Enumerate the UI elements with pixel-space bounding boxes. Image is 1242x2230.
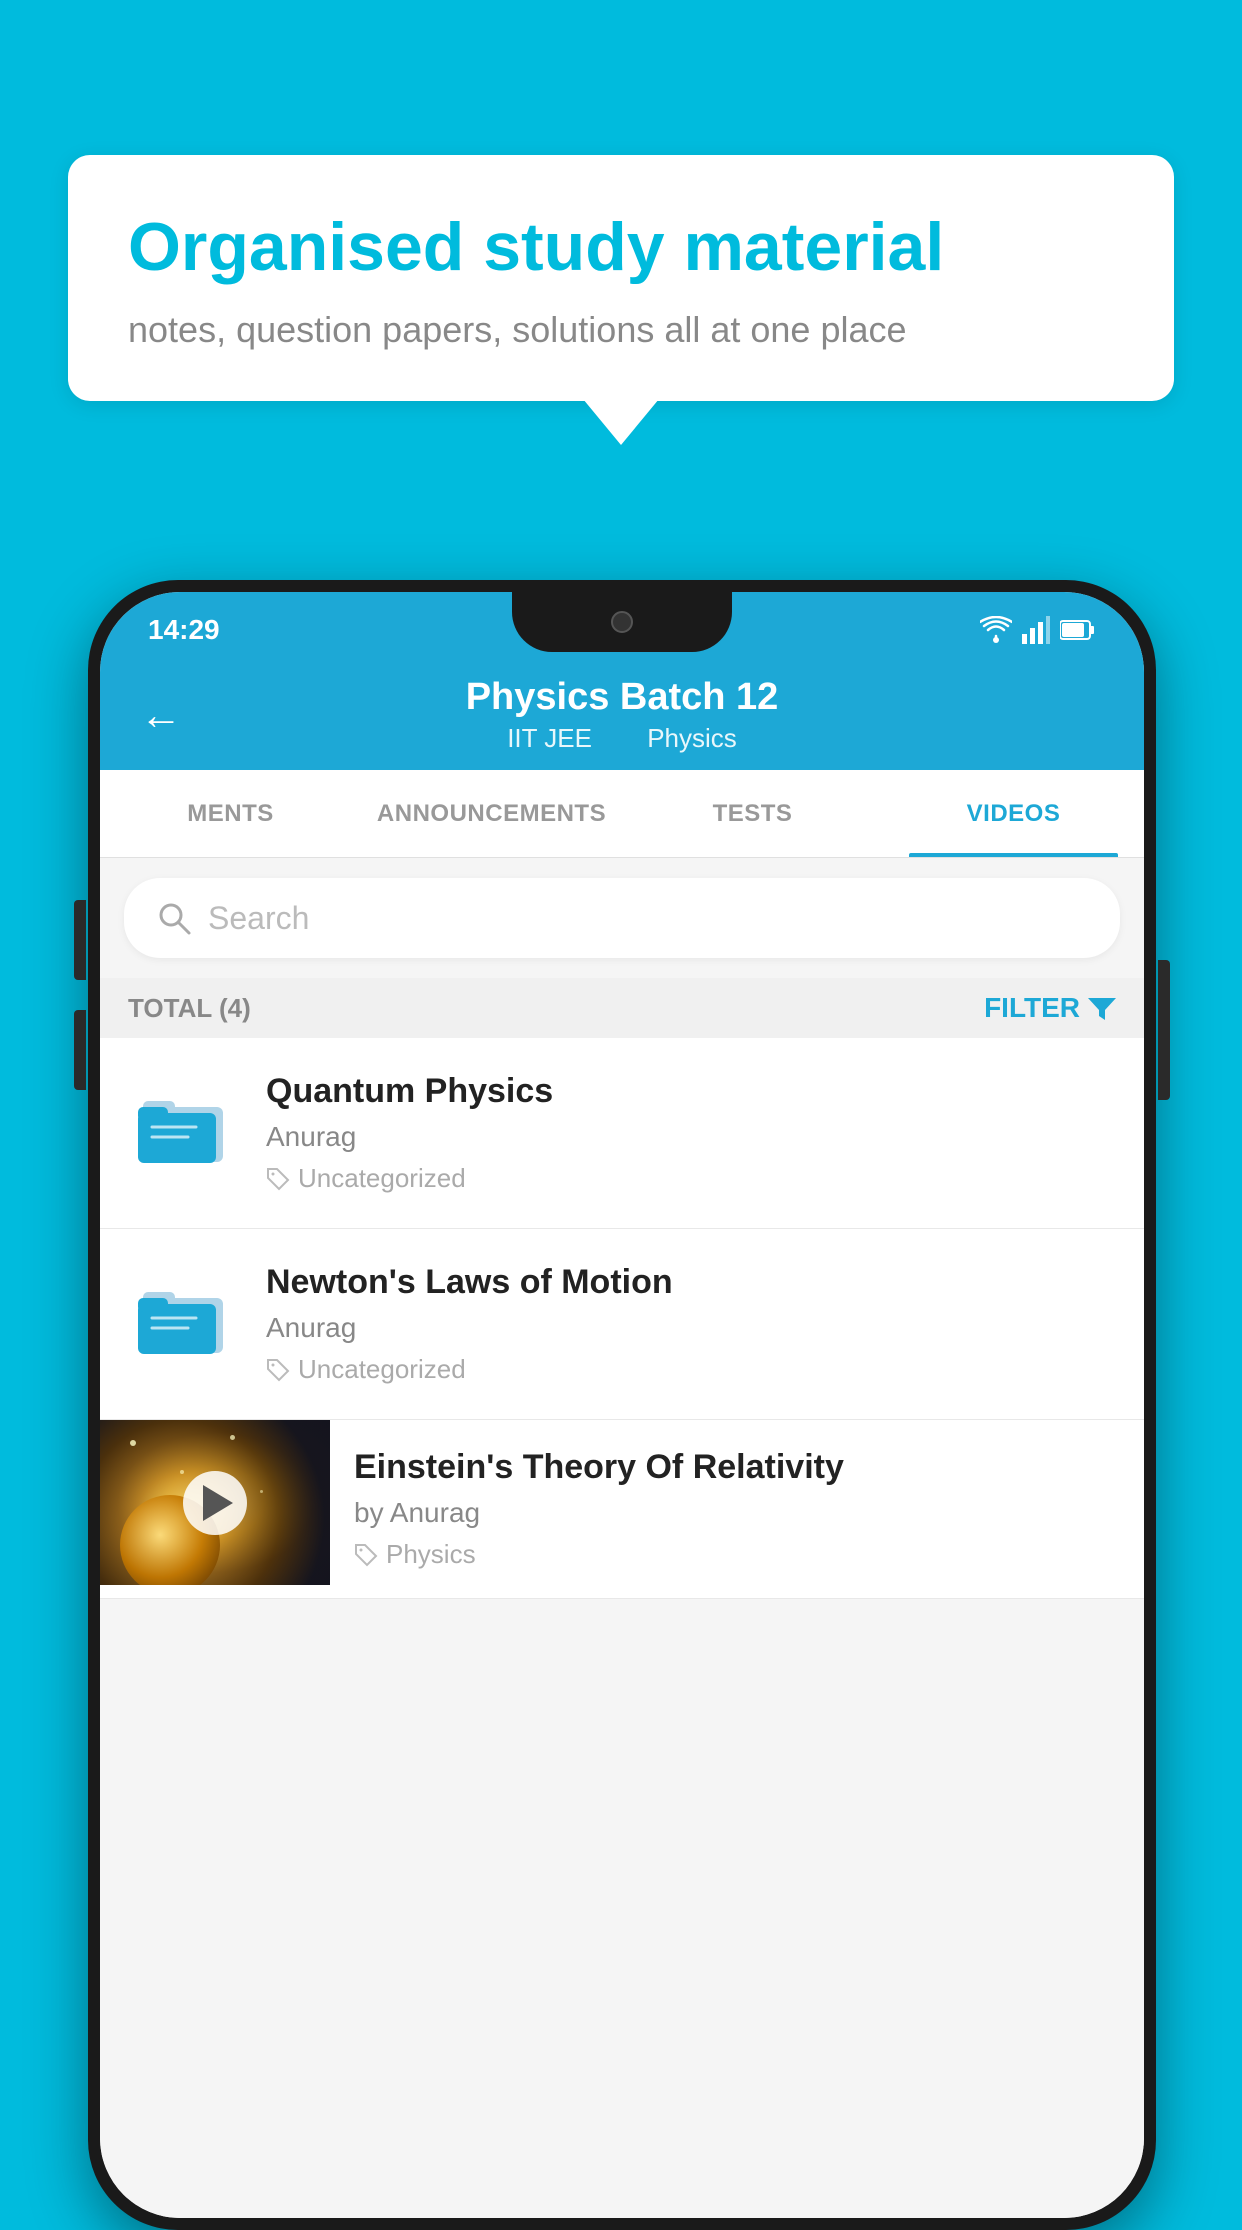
header-subtitle-physics: Physics — [647, 723, 737, 753]
video-author: by Anurag — [354, 1497, 1120, 1529]
folder-thumb-1 — [128, 1072, 238, 1182]
total-count: TOTAL (4) — [128, 993, 251, 1024]
volume-up-button — [74, 900, 86, 980]
speech-bubble: Organised study material notes, question… — [68, 155, 1174, 401]
video-author: Anurag — [266, 1121, 1116, 1153]
tag-label: Uncategorized — [298, 1163, 466, 1194]
folder-icon — [138, 1273, 228, 1363]
video-info-1: Quantum Physics Anurag Uncategorized — [266, 1072, 1116, 1194]
battery-icon — [1060, 618, 1096, 642]
header-subtitle-iitjee: IIT JEE — [507, 723, 592, 753]
video-info-3: Einstein's Theory Of Relativity by Anura… — [330, 1420, 1144, 1598]
video-title: Einstein's Theory Of Relativity — [354, 1448, 1120, 1487]
phone-frame: 14:29 — [88, 580, 1156, 2230]
folder-thumb-2 — [128, 1263, 238, 1373]
play-button[interactable] — [183, 1471, 247, 1535]
wifi-icon — [980, 616, 1012, 644]
tag-label: Physics — [386, 1539, 476, 1570]
tag-icon — [266, 1358, 290, 1382]
tag-label: Uncategorized — [298, 1354, 466, 1385]
camera-icon — [611, 611, 633, 633]
tab-ments[interactable]: MENTS — [100, 770, 361, 857]
video-thumbnail-3 — [100, 1420, 330, 1585]
app-header: ← Physics Batch 12 IIT JEE Physics — [100, 660, 1144, 770]
tab-tests[interactable]: TESTS — [622, 770, 883, 857]
video-tag: Uncategorized — [266, 1354, 1116, 1385]
filter-button[interactable]: FILTER — [984, 992, 1116, 1024]
back-button[interactable]: ← — [140, 691, 182, 739]
video-info-2: Newton's Laws of Motion Anurag Uncategor… — [266, 1263, 1116, 1385]
tag-icon — [266, 1167, 290, 1191]
bubble-title: Organised study material — [128, 207, 1114, 289]
status-icons — [980, 608, 1096, 644]
video-tag: Uncategorized — [266, 1163, 1116, 1194]
tab-videos[interactable]: VIDEOS — [883, 770, 1144, 857]
folder-icon — [138, 1082, 228, 1172]
header-title: Physics Batch 12 — [466, 676, 779, 719]
tab-announcements[interactable]: ANNOUNCEMENTS — [361, 770, 622, 857]
video-author: Anurag — [266, 1312, 1116, 1344]
search-bar[interactable]: Search — [124, 878, 1120, 958]
list-item[interactable]: Einstein's Theory Of Relativity by Anura… — [100, 1420, 1144, 1599]
filter-row: TOTAL (4) FILTER — [100, 978, 1144, 1038]
video-tag: Physics — [354, 1539, 1120, 1570]
search-placeholder: Search — [208, 900, 309, 937]
list-item[interactable]: Quantum Physics Anurag Uncategorized — [100, 1038, 1144, 1229]
video-title: Newton's Laws of Motion — [266, 1263, 1116, 1302]
content-area: Search TOTAL (4) FILTER — [100, 858, 1144, 2218]
list-item[interactable]: Newton's Laws of Motion Anurag Uncategor… — [100, 1229, 1144, 1420]
status-time: 14:29 — [148, 606, 220, 646]
bubble-subtitle: notes, question papers, solutions all at… — [128, 309, 1114, 351]
filter-label: FILTER — [984, 992, 1080, 1024]
header-subtitle: IIT JEE Physics — [495, 723, 749, 754]
power-button — [1158, 960, 1170, 1100]
phone-screen: 14:29 — [100, 592, 1144, 2218]
filter-icon — [1088, 994, 1116, 1022]
volume-down-button — [74, 1010, 86, 1090]
tag-icon — [354, 1543, 378, 1567]
video-title: Quantum Physics — [266, 1072, 1116, 1111]
signal-icon — [1022, 616, 1050, 644]
play-triangle-icon — [203, 1485, 233, 1521]
video-list: Quantum Physics Anurag Uncategorized — [100, 1038, 1144, 1599]
phone-notch — [512, 592, 732, 652]
tabs-bar: MENTS ANNOUNCEMENTS TESTS VIDEOS — [100, 770, 1144, 858]
search-icon — [156, 900, 192, 936]
